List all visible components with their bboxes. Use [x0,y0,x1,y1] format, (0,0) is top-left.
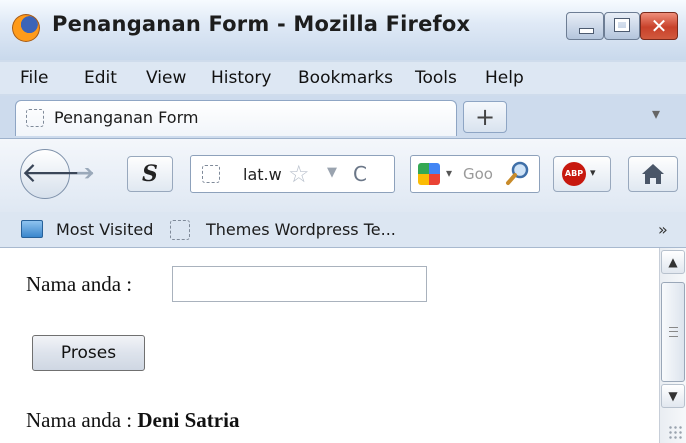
name-label: Nama anda : [26,272,133,296]
scroll-down-icon[interactable]: ▼ [661,384,685,408]
navigation-toolbar: 🡐 ➔ S lat.w ☆ ▼ C ▾ Goo ABP ▾ [0,138,686,212]
window-title: Penanganan Form - Mozilla Firefox [52,12,471,36]
menu-bookmarks[interactable]: Bookmarks [298,68,393,88]
maximize-button[interactable] [604,12,640,40]
tab-label: Penanganan Form [54,108,199,127]
bookmarks-toolbar: Most Visited Themes Wordpress Te... » [0,212,686,248]
back-button[interactable]: 🡐 [20,149,96,199]
vertical-scrollbar[interactable]: ▲ ▼ [659,248,686,443]
title-bar: Penanganan Form - Mozilla Firefox ✕ [0,0,686,60]
scroll-grip-icon [669,327,678,337]
result-line: Nama anda : Deni Satria [26,408,239,433]
adblock-plus-button[interactable]: ABP ▾ [553,156,611,192]
search-icon[interactable] [505,160,531,186]
name-input[interactable] [172,266,427,302]
adblock-plus-icon: ABP [562,162,586,186]
forward-button[interactable]: ➔ [76,161,104,187]
result-name: Deni Satria [137,408,240,432]
firefox-logo-icon [12,14,40,42]
search-box[interactable]: ▾ Goo [410,155,540,193]
bookmark-page-icon[interactable] [170,220,190,240]
result-label: Nama anda : [26,408,133,432]
search-input[interactable]: Goo [463,165,493,183]
new-tab-button[interactable]: + [463,101,507,133]
browser-window: Penanganan Form - Mozilla Firefox ✕ File… [0,0,686,443]
url-history-dropdown-icon[interactable]: ▼ [327,165,337,180]
scrollbar-thumb[interactable] [661,282,685,382]
menu-bar: File Edit View History Bookmarks Tools H… [0,62,686,94]
resize-grip-icon[interactable] [668,425,682,439]
tab-active[interactable]: Penanganan Form [15,100,457,136]
tab-list-icon[interactable]: ▾ [652,104,660,123]
search-engine-dropdown-icon[interactable]: ▾ [446,166,452,180]
url-bar[interactable]: lat.w ☆ ▼ C [190,155,395,193]
bookmark-themes-wordpress[interactable]: Themes Wordpress Te... [206,220,396,239]
menu-view[interactable]: View [146,68,186,88]
reload-icon[interactable]: C [353,162,367,186]
tab-strip: Penanganan Form + ▾ [0,96,686,138]
adblock-dropdown-icon: ▾ [590,166,596,179]
home-icon [642,164,664,184]
menu-file[interactable]: File [20,68,48,88]
page-favicon-icon [26,109,44,127]
home-button[interactable] [628,156,678,192]
menu-tools[interactable]: Tools [415,68,457,88]
menu-edit[interactable]: Edit [84,68,117,88]
site-identity-icon[interactable] [202,165,220,183]
page-content: Nama anda : Proses Nama anda : Deni Satr… [0,248,686,443]
minimize-button[interactable] [566,12,604,40]
forward-arrow-icon: ➔ [76,161,95,186]
menu-help[interactable]: Help [485,68,524,88]
bookmark-star-icon[interactable]: ☆ [288,160,310,188]
bookmark-most-visited[interactable]: Most Visited [56,220,153,239]
scroll-up-icon[interactable]: ▲ [661,250,685,274]
s-addon-button[interactable]: S [127,156,173,192]
url-text[interactable]: lat.w [243,165,282,184]
google-engine-icon[interactable] [418,163,440,185]
proses-button[interactable]: Proses [32,335,145,371]
close-button[interactable]: ✕ [640,12,678,40]
bookmarks-overflow-icon[interactable]: » [658,220,668,239]
close-icon: ✕ [650,14,668,38]
menu-history[interactable]: History [211,68,271,88]
most-visited-folder-icon[interactable] [21,220,43,238]
